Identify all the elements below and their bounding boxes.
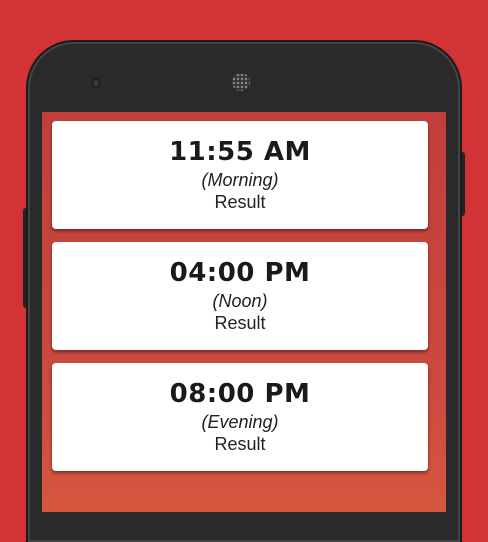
app-screen: 11:55 AM (Morning) Result 04:00 PM (Noon… <box>42 112 446 512</box>
period-label: (Noon) <box>212 291 268 311</box>
result-label: Result <box>214 434 266 454</box>
time-label: 11:55 AM <box>169 137 311 167</box>
time-label: 08:00 PM <box>169 379 311 409</box>
time-card-noon[interactable]: 04:00 PM (Noon) Result <box>52 242 428 350</box>
period-label: (Evening) <box>201 412 279 432</box>
time-card-evening[interactable]: 08:00 PM (Evening) Result <box>52 363 428 471</box>
speaker-icon <box>232 73 250 91</box>
time-label: 04:00 PM <box>169 258 311 288</box>
result-label: Result <box>214 192 266 212</box>
period-label: (Morning) <box>201 170 279 190</box>
time-card-morning[interactable]: 11:55 AM (Morning) Result <box>52 121 428 229</box>
camera-icon <box>91 78 101 88</box>
result-label: Result <box>214 313 266 333</box>
